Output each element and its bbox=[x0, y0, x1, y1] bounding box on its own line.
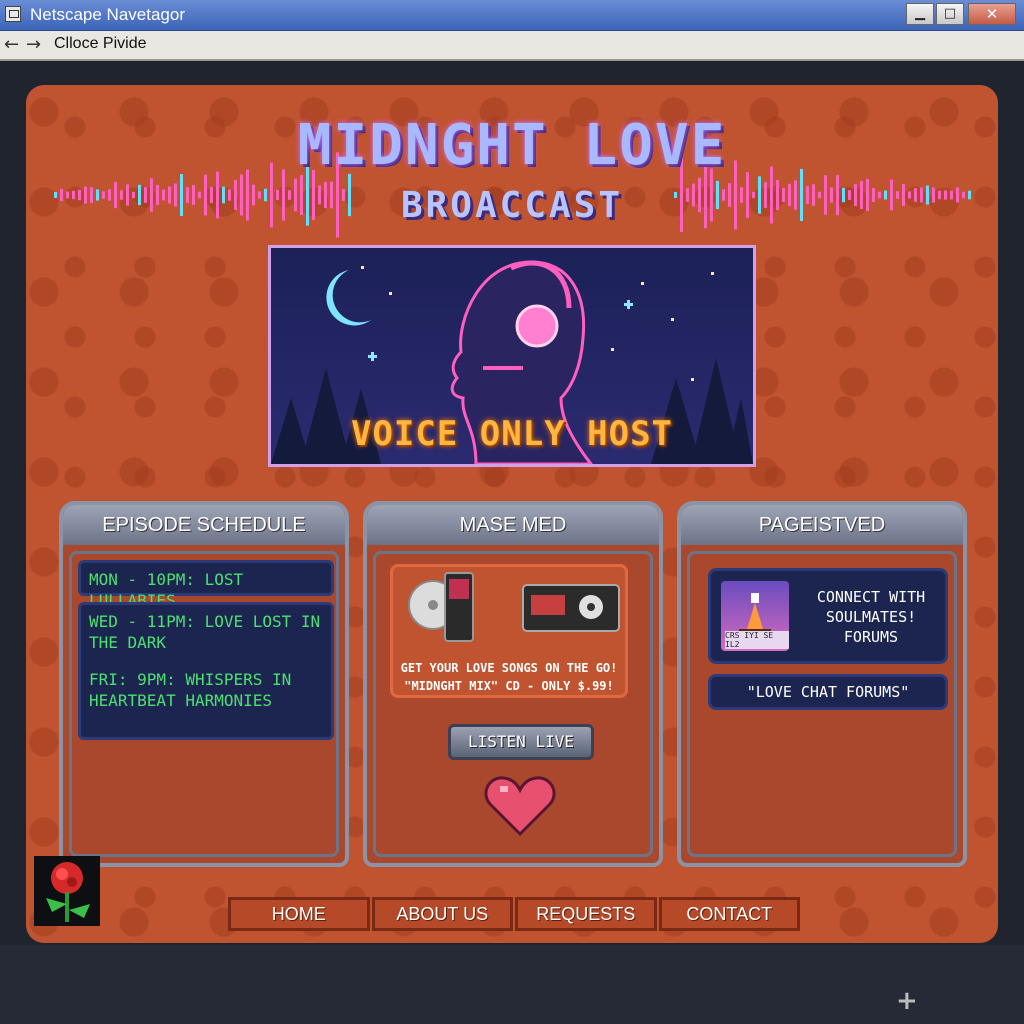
forum-card[interactable]: CRS IYI SE IL2 CONNECT WITH SOULMATES! F… bbox=[708, 568, 948, 664]
headphones-icon bbox=[515, 304, 559, 348]
panel-body: GET YOUR LOVE SONGS ON THE GO! "MIDNGHT … bbox=[373, 551, 653, 857]
title-bar: Netscape Navetagor ▁ □ ✕ bbox=[0, 0, 1024, 31]
rose-icon bbox=[34, 856, 100, 926]
schedule-item[interactable]: WED - 11PM: LOVE LOST IN THE DARK bbox=[89, 611, 323, 653]
panel-body: CRS IYI SE IL2 CONNECT WITH SOULMATES! F… bbox=[687, 551, 957, 857]
maximize-button[interactable]: □ bbox=[936, 3, 964, 25]
forward-arrow-icon[interactable]: → bbox=[26, 34, 41, 55]
schedule-item-group: WED - 11PM: LOVE LOST IN THE DARK FRI: 9… bbox=[78, 602, 334, 740]
forum-thumbnail: CRS IYI SE IL2 bbox=[721, 581, 789, 651]
moon-icon bbox=[326, 270, 371, 326]
love-chat-forums-link[interactable]: "LOVE CHAT FORUMS" bbox=[708, 674, 948, 710]
close-button[interactable]: ✕ bbox=[968, 3, 1016, 25]
nav-home[interactable]: HOME bbox=[228, 897, 370, 931]
schedule-item[interactable]: FRI: 9PM: WHISPERS IN HEARTBEAT HARMONIE… bbox=[89, 669, 323, 711]
schedule-item[interactable]: MON - 10PM: LOST LULLABIES bbox=[78, 560, 334, 610]
minimize-button[interactable]: ▁ bbox=[906, 3, 934, 25]
panel-title: PAGEISTVED bbox=[681, 505, 963, 545]
main-nav: HOME ABOUT US REQUESTS CONTACT bbox=[228, 897, 802, 931]
forum-card-text: CONNECT WITH SOULMATES! FORUMS bbox=[816, 588, 926, 646]
cd-promo-box[interactable]: GET YOUR LOVE SONGS ON THE GO! "MIDNGHT … bbox=[390, 564, 628, 698]
address-field[interactable]: Clloce Pivide bbox=[54, 35, 146, 53]
back-arrow-icon[interactable]: ← bbox=[4, 34, 19, 55]
hero-caption: VOICE ONLY HOST bbox=[350, 414, 674, 454]
heart-icon bbox=[484, 776, 556, 837]
promo-graphics bbox=[408, 572, 620, 642]
page-canvas: MIDNGHT LOVE BROACCAST VOICE ONLY HOST E… bbox=[26, 85, 998, 943]
promo-text: GET YOUR LOVE SONGS ON THE GO! "MIDNGHT … bbox=[393, 659, 625, 695]
monitor-bezel-bottom bbox=[0, 945, 1024, 1024]
window-title: Netscape Navetagor bbox=[30, 5, 185, 24]
hero-banner: VOICE ONLY HOST bbox=[268, 245, 756, 467]
nav-contact[interactable]: CONTACT bbox=[658, 897, 800, 931]
episode-schedule-panel: EPISODE SCHEDULE MON - 10PM: LOST LULLAB… bbox=[59, 501, 349, 867]
nav-about-us[interactable]: ABOUT US bbox=[371, 897, 513, 931]
browser-app-icon bbox=[5, 6, 21, 22]
plus-icon: + bbox=[896, 986, 918, 1016]
address-bar: ← → Clloce Pivide bbox=[0, 31, 1024, 61]
forums-panel: PAGEISTVED CRS IYI SE IL2 CONNECT WITH S… bbox=[677, 501, 967, 867]
nav-requests[interactable]: REQUESTS bbox=[515, 897, 657, 931]
panel-title: EPISODE SCHEDULE bbox=[63, 505, 345, 545]
listen-live-button[interactable]: LISTEN LIVE bbox=[448, 724, 594, 760]
site-subtitle: BROACCAST bbox=[400, 185, 624, 226]
browser-viewport: MIDNGHT LOVE BROACCAST VOICE ONLY HOST E… bbox=[0, 61, 1024, 1024]
thumbnail-caption: CRS IYI SE IL2 bbox=[725, 631, 789, 649]
promo-line: GET YOUR LOVE SONGS ON THE GO! bbox=[400, 661, 618, 675]
site-title: MIDNGHT LOVE bbox=[297, 113, 727, 178]
panel-body: MON - 10PM: LOST LULLABIES WED - 11PM: L… bbox=[69, 551, 339, 857]
media-panel: MASE MED GET YOUR LOVE SONGS ON THE GO! bbox=[363, 501, 663, 867]
panel-title: MASE MED bbox=[367, 505, 659, 545]
promo-line: "MIDNGHT MIX" CD - ONLY $.99! bbox=[404, 679, 614, 693]
